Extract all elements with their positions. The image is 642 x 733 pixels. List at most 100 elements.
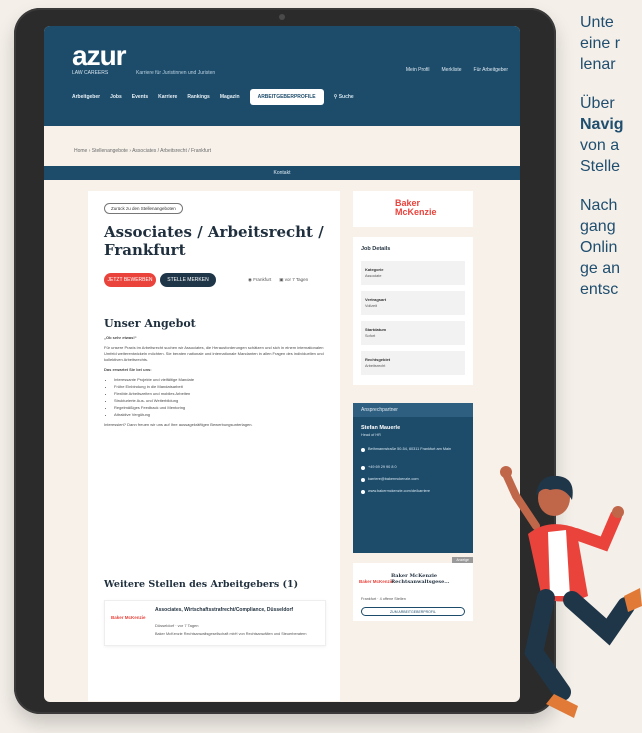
employer-logo: Baker McKenzie (395, 199, 437, 217)
detail-value: Sofort (365, 334, 376, 338)
contact-role: Head of HR (361, 433, 381, 437)
related-job-title[interactable]: Associates, Wirtschaftsstrafrecht/Compli… (155, 607, 320, 613)
site-header: azur LAW CAREERS Karriere für Juristinne… (44, 26, 520, 126)
contact-address: Bethmannstraße 50-54, 60311 Frankfurt am… (361, 447, 467, 452)
employer-card: Anzeige Baker McKenzie Baker McKenzie Re… (353, 557, 473, 621)
contact-email[interactable]: karriere@bakermckenzie.com (361, 477, 467, 482)
detail-key: Vertragsart (365, 297, 387, 302)
utility-bookmarks[interactable]: Merkliste (442, 67, 462, 73)
logo-subtitle: LAW CAREERS (72, 70, 109, 76)
employer-profile-button[interactable]: ZUM ARBEITGEBERPROFIL (361, 607, 465, 616)
list-item: Frühe Einbindung in die Mandatsarbeit (114, 384, 326, 390)
job-date: ▣ vor 7 Tagen (279, 277, 308, 283)
contact-name: Stefan Mauerle (361, 425, 401, 431)
job-date-text: vor 7 Tagen (284, 277, 309, 282)
list-item: Interessante Projekte und vielfältige Ma… (114, 377, 326, 383)
side-line: Stelle (580, 158, 621, 175)
side-copy: Unte eine r lenar Über Navig von a Stell… (580, 12, 642, 318)
contact-phone[interactable]: +49 69 29 90 8 0 (361, 465, 467, 470)
apply-button[interactable]: JETZT BEWERBEN (104, 273, 156, 287)
employer-logo-card[interactable]: Baker McKenzie (353, 191, 473, 227)
mail-icon (361, 478, 365, 482)
employer-card-logo: Baker McKenzie (359, 579, 394, 584)
side-line: eine r (580, 35, 621, 52)
side-line: Über (580, 95, 615, 112)
tablet-frame: azur LAW CAREERS Karriere für Juristinne… (14, 8, 556, 714)
employer-logo-line-2: McKenzie (395, 207, 437, 217)
desc-subheading: Das erwartet Sie bei uns: (104, 367, 152, 372)
detail-key: Startdatum (365, 327, 387, 332)
job-location-text: Frankfurt (253, 277, 272, 282)
desc-closing: Interessiert? Dann freuen wir uns auf Ih… (104, 422, 253, 427)
contact-email-text: karriere@bakermckenzie.com (368, 477, 419, 481)
utility-nav: Mein Profil Merkliste Für Arbeitgeber (406, 67, 508, 73)
list-item: Regelmäßiges Feedback und Mentoring (114, 405, 326, 411)
ad-badge: Anzeige (452, 557, 473, 563)
related-job-logo: Baker McKenzie (111, 615, 146, 620)
detail-key: Kategorie (365, 267, 384, 272)
nav-item-career[interactable]: Karriere (158, 94, 177, 100)
list-item: Strukturierte Aus- und Weiterbildung (114, 398, 326, 404)
contact-address-text: Bethmannstraße 50-54, 60311 Frankfurt am… (368, 447, 452, 451)
contact-phone-text: +49 69 29 90 8 0 (368, 465, 397, 469)
related-job-employer: Baker McKenzie Rechtsanwaltsgesellschaft… (155, 632, 307, 636)
nav-item-employers[interactable]: Arbeitgeber (72, 94, 100, 100)
search-link[interactable]: ⚲ Suche (334, 94, 354, 100)
side-line: lenar (580, 56, 616, 73)
main-nav: Arbeitgeber Jobs Events Karriere Ranking… (72, 89, 354, 105)
nav-item-magazine[interactable]: Magazin (220, 94, 240, 100)
side-paragraph-3: Nach gang Onlin ge an entsc (580, 195, 642, 300)
desc-quote: „Ob sehr etwas!“ (104, 335, 137, 340)
tablet-screen: azur LAW CAREERS Karriere für Juristinne… (44, 26, 520, 702)
bookmark-job-button[interactable]: STELLE MERKEN (160, 273, 216, 287)
nav-item-events[interactable]: Events (132, 94, 148, 100)
info-bar[interactable]: Kontakt (44, 166, 520, 180)
location-pin-icon (361, 448, 365, 452)
search-label: Suche (338, 94, 354, 100)
detail-value: Arbeitsrecht (365, 364, 386, 368)
detail-value: Vollzeit (365, 304, 378, 308)
detail-row: Startdatum Sofort (361, 321, 465, 345)
nav-item-jobs[interactable]: Jobs (110, 94, 122, 100)
contact-card: Ansprechpartner Stefan Mauerle Head of H… (353, 403, 473, 553)
list-item: Attraktive Vergütung (114, 412, 326, 418)
related-job-card[interactable]: Baker McKenzie Associates, Wirtschaftsst… (104, 600, 326, 646)
side-line: gang (580, 218, 616, 235)
camera-dot (279, 14, 285, 20)
job-title: Associates / Arbeitsrecht / Frankfurt (104, 223, 324, 259)
detail-row: Rechtsgebiet Arbeitsrecht (361, 351, 465, 375)
nav-item-rankings[interactable]: Rankings (187, 94, 210, 100)
utility-employers[interactable]: Für Arbeitgeber (474, 67, 508, 73)
back-to-jobs-button[interactable]: Zurück zu den Stellenangeboten (104, 203, 183, 214)
side-line: von a (580, 137, 620, 154)
side-line: Onlin (580, 239, 618, 256)
job-details-card: Job Details Kategorie Associate Vertragsa… (353, 237, 473, 385)
desc-paragraph: Für unsere Praxis im Arbeitsrecht suchen… (104, 345, 324, 362)
more-jobs-title: Weitere Stellen des Arbeitgebers (1) (104, 579, 299, 590)
side-paragraph-1: Unte eine r lenar (580, 12, 642, 75)
side-paragraph-2: Über Navig von a Stelle (580, 93, 642, 177)
breadcrumb[interactable]: Home › Stellenangebote › Associates / Ar… (74, 148, 211, 154)
side-line: ge an (580, 260, 621, 277)
contact-website[interactable]: www.bakermckenzie.com/de/karriere (361, 489, 467, 494)
detail-key: Rechtsgebiet (365, 357, 391, 362)
job-location: ◉ Frankfurt (248, 277, 271, 283)
employer-card-name[interactable]: Baker McKenzie Rechtsanwaltsgese... (391, 573, 469, 585)
related-job-meta: Düsseldorf · vor 7 Tagen (155, 623, 199, 628)
side-line: entsc (580, 281, 619, 298)
job-meta: ◉ Frankfurt ▣ vor 7 Tagen (248, 277, 308, 283)
detail-value: Associate (365, 274, 382, 278)
benefits-list: Interessante Projekte und vielfältige Ma… (114, 377, 326, 418)
utility-profile[interactable]: Mein Profil (406, 67, 430, 73)
contact-website-text: www.bakermckenzie.com/de/karriere (368, 489, 431, 493)
job-main-panel: Zurück zu den Stellenangeboten Associate… (88, 191, 340, 701)
employer-card-meta: Frankfurt · 4 offene Stellen (361, 597, 406, 601)
detail-row: Kategorie Associate (361, 261, 465, 285)
phone-icon (361, 466, 365, 470)
employer-profiles-button[interactable]: ARBEITGEBERPROFILE (249, 89, 324, 105)
site-tagline: Karriere für Juristinnen und Juristen (136, 70, 216, 76)
site-logo[interactable]: azur (72, 40, 127, 72)
side-line-bold: Navig (580, 116, 624, 133)
side-line: Unte (580, 14, 614, 31)
side-line: Nach (580, 197, 618, 214)
